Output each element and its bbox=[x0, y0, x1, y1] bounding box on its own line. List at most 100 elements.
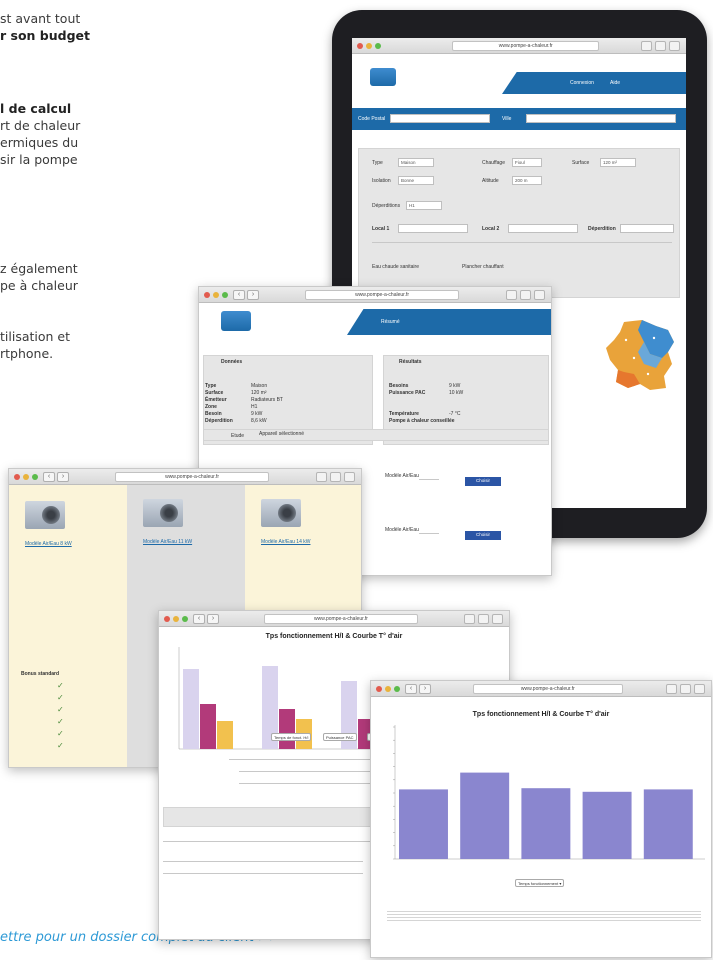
browser-chrome: ‹ › www.pompe-a-chaleur.fr bbox=[371, 681, 711, 697]
local1-input[interactable] bbox=[398, 224, 468, 233]
type-select[interactable]: Maison bbox=[398, 158, 434, 167]
row-label: Déperdition bbox=[588, 226, 616, 232]
forward-button[interactable]: › bbox=[247, 290, 259, 300]
legend-item[interactable]: Temps de fonct. H/I bbox=[271, 733, 312, 741]
data-value: Maison bbox=[251, 383, 268, 389]
altitude-input[interactable]: 200 m bbox=[512, 176, 542, 185]
browser-chrome: ‹ › www.pompe-a-chaleur.fr bbox=[199, 287, 551, 303]
brochure-line: r son budget bbox=[0, 28, 90, 43]
form-label: Altitude bbox=[482, 178, 499, 184]
back-button[interactable]: ‹ bbox=[405, 684, 417, 694]
france-map-icon[interactable] bbox=[604, 318, 678, 394]
data-value: 10 kW bbox=[449, 390, 464, 396]
table-cell bbox=[491, 917, 597, 921]
brochure-line: tilisation et bbox=[0, 329, 71, 344]
row-label: Local 2 bbox=[482, 226, 500, 232]
browser-chrome: www.pompe-a-chaleur.fr bbox=[352, 38, 686, 54]
form-label: Chauffage bbox=[482, 160, 505, 166]
address-bar[interactable]: www.pompe-a-chaleur.fr bbox=[114, 472, 270, 482]
bar-chart bbox=[393, 725, 705, 860]
brochure-line: st avant tout bbox=[0, 11, 81, 26]
bar bbox=[200, 704, 216, 749]
nav-tab-connexion[interactable]: Connexion bbox=[570, 80, 594, 86]
postal-code-input[interactable] bbox=[390, 114, 490, 123]
address-bar[interactable]: www.pompe-a-chaleur.fr bbox=[452, 41, 600, 51]
data-key: Zone bbox=[205, 404, 217, 410]
nav-tab-aide[interactable]: Aide bbox=[610, 80, 620, 86]
back-button[interactable]: ‹ bbox=[233, 290, 245, 300]
city-label: Ville bbox=[502, 116, 512, 122]
brochure-line: z également bbox=[0, 261, 78, 276]
address-bar[interactable]: www.pompe-a-chaleur.fr bbox=[304, 290, 460, 300]
city-input[interactable] bbox=[526, 114, 676, 123]
forward-button[interactable]: › bbox=[419, 684, 431, 694]
nav-tab-resume[interactable]: Résumé bbox=[381, 319, 400, 325]
surface-input[interactable]: 120 m² bbox=[600, 158, 636, 167]
row-label: Local 1 bbox=[372, 226, 390, 232]
data-key: Puissance PAC bbox=[389, 390, 426, 396]
divider bbox=[163, 873, 363, 874]
data-value: -7 °C bbox=[449, 411, 461, 417]
check-icon: ✓ bbox=[57, 729, 64, 738]
product-name[interactable]: Modèle Air/Eau 11 kW bbox=[143, 539, 192, 545]
local2-input[interactable] bbox=[508, 224, 578, 233]
choose-button[interactable]: Choisir bbox=[465, 477, 501, 486]
address-bar[interactable]: www.pompe-a-chaleur.fr bbox=[473, 684, 623, 694]
forward-button[interactable]: › bbox=[207, 614, 219, 624]
data-value: H1 bbox=[251, 404, 258, 410]
bar bbox=[217, 721, 233, 749]
choose-button[interactable]: Choisir bbox=[465, 531, 501, 540]
site-logo bbox=[370, 68, 396, 86]
losses-input[interactable] bbox=[620, 224, 674, 233]
dhw-checkbox[interactable]: Eau chaude sanitaire bbox=[372, 264, 419, 270]
bar bbox=[521, 788, 571, 859]
divider bbox=[163, 861, 363, 862]
heat-pump-image bbox=[143, 499, 183, 527]
bar bbox=[183, 669, 199, 749]
floor-heating-checkbox[interactable]: Plancher chauffant bbox=[462, 264, 504, 270]
bar bbox=[582, 791, 632, 859]
site-logo bbox=[221, 311, 251, 331]
losses-subtitle: Déperditions bbox=[372, 203, 401, 209]
chart-title: Tps fonctionnement H/I & Courbe T° d'air bbox=[265, 633, 403, 640]
zone-select[interactable]: H1 bbox=[406, 201, 442, 210]
back-button[interactable]: ‹ bbox=[43, 472, 55, 482]
forward-button[interactable]: › bbox=[57, 472, 69, 482]
heating-select[interactable]: Fioul bbox=[512, 158, 542, 167]
table-cell bbox=[387, 917, 492, 921]
brochure-line: rt de chaleur bbox=[0, 118, 81, 133]
bar bbox=[399, 789, 448, 859]
back-button[interactable]: ‹ bbox=[193, 614, 205, 624]
options-label: Bonus standard bbox=[21, 671, 60, 677]
bar bbox=[279, 709, 295, 749]
brochure-line: pe à chaleur bbox=[0, 278, 78, 293]
top-nav-bar bbox=[502, 72, 686, 94]
product-card[interactable]: Modèle Air/Eau 8 kW Bonus standard ✓ ✓ ✓… bbox=[9, 485, 127, 767]
legend-item[interactable]: Puissance PAC bbox=[323, 733, 357, 741]
browser-chrome: ‹ › www.pompe-a-chaleur.fr bbox=[9, 469, 361, 485]
address-bar[interactable]: www.pompe-a-chaleur.fr bbox=[264, 614, 418, 624]
check-icon: ✓ bbox=[57, 693, 64, 702]
isolation-select[interactable]: Bonne bbox=[398, 176, 434, 185]
data-key: Besoins bbox=[389, 383, 409, 389]
product-name[interactable]: Modèle Air/Eau 8 kW bbox=[25, 541, 72, 547]
check-icon: ✓ bbox=[57, 681, 64, 690]
brochure-line: rtphone. bbox=[0, 346, 54, 361]
brochure-line: l de calcul bbox=[0, 101, 72, 116]
product-name[interactable]: Modèle Air/Eau 14 kW bbox=[261, 539, 310, 545]
row-note: Modèle Air/Eau bbox=[385, 527, 419, 533]
panel-title: Données bbox=[221, 359, 243, 365]
subtab-bar bbox=[203, 429, 549, 441]
subtab-appareil[interactable]: Appareil sélectionné bbox=[259, 431, 304, 437]
data-key: Type bbox=[205, 383, 217, 389]
data-key: Besoin bbox=[205, 411, 222, 417]
heat-pump-image bbox=[261, 499, 301, 527]
data-value: 8,6 kW bbox=[251, 418, 267, 424]
heat-pump-image bbox=[25, 501, 65, 529]
bar bbox=[460, 772, 510, 859]
data-value: 120 m² bbox=[251, 390, 267, 396]
subtab-etude[interactable]: Etude bbox=[231, 433, 244, 439]
browser-chrome: ‹ › www.pompe-a-chaleur.fr bbox=[159, 611, 509, 627]
data-value: 9 kW bbox=[251, 411, 263, 417]
series-selector[interactable]: Temps fonctionnement ▾ bbox=[515, 879, 565, 887]
